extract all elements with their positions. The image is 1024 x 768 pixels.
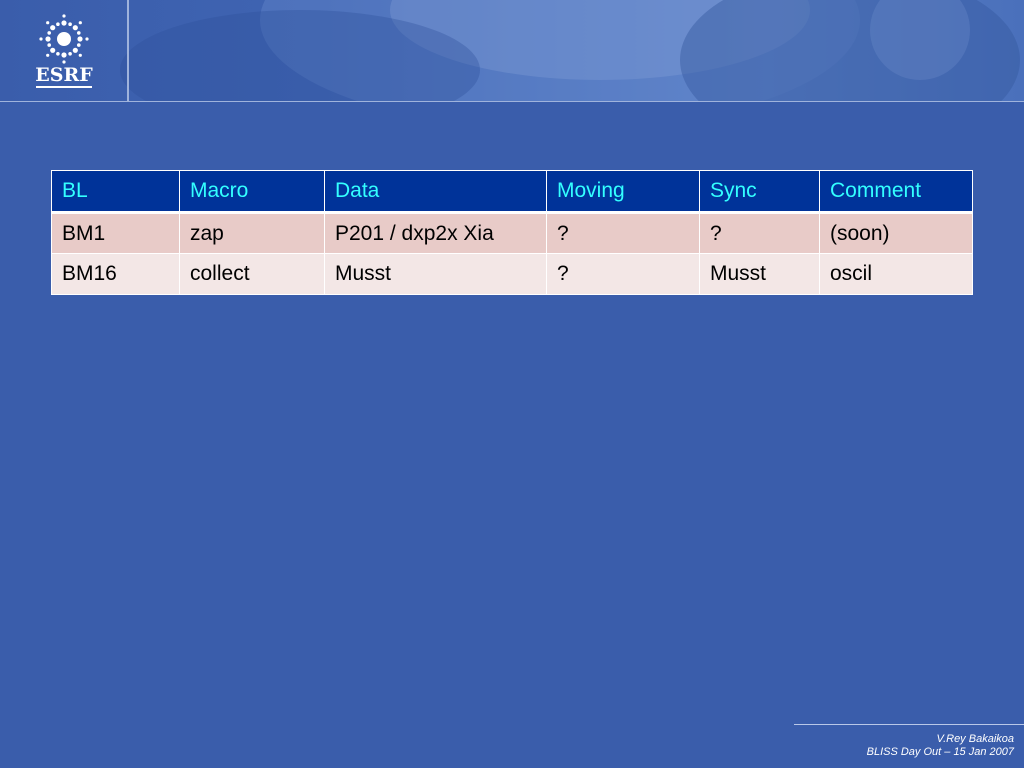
footer-author: V.Rey Bakaikoa [936, 733, 1014, 745]
cell-macro: zap [179, 212, 325, 254]
sun-burst-icon [39, 14, 89, 64]
cell-comment: oscil [819, 253, 973, 295]
banner-rule [0, 101, 1024, 102]
banner-photo-art [120, 0, 1020, 102]
esrf-logo: ESRF [32, 14, 96, 90]
header-comment: Comment [819, 170, 973, 214]
table-row: BM1 zap P201 / dxp2x Xia ? ? (soon) [51, 212, 973, 254]
logo-wordmark: ESRF [35, 64, 93, 86]
banner-divider [127, 0, 129, 102]
footer-rule [794, 724, 1024, 725]
header-moving: Moving [546, 170, 700, 214]
footer-event: BLISS Day Out – 15 Jan 2007 [866, 746, 1014, 758]
table-header-row: BL Macro Data Moving Sync Comment [51, 170, 973, 214]
cell-bl: BM16 [51, 253, 180, 295]
header-macro: Macro [179, 170, 325, 214]
cell-comment: (soon) [819, 212, 973, 254]
cell-moving: ? [546, 212, 700, 254]
beamline-table: BL Macro Data Moving Sync Comment BM1 za… [51, 170, 973, 295]
header-data: Data [324, 170, 547, 214]
cell-macro: collect [179, 253, 325, 295]
table-row: BM16 collect Musst ? Musst oscil [51, 253, 973, 295]
logo-underline [36, 86, 92, 88]
header-bl: BL [51, 170, 180, 214]
cell-data: P201 / dxp2x Xia [324, 212, 547, 254]
header-sync: Sync [699, 170, 820, 214]
header-banner: ESRF [0, 0, 1024, 102]
cell-moving: ? [546, 253, 700, 295]
cell-bl: BM1 [51, 212, 180, 254]
cell-sync: ? [699, 212, 820, 254]
cell-sync: Musst [699, 253, 820, 295]
cell-data: Musst [324, 253, 547, 295]
